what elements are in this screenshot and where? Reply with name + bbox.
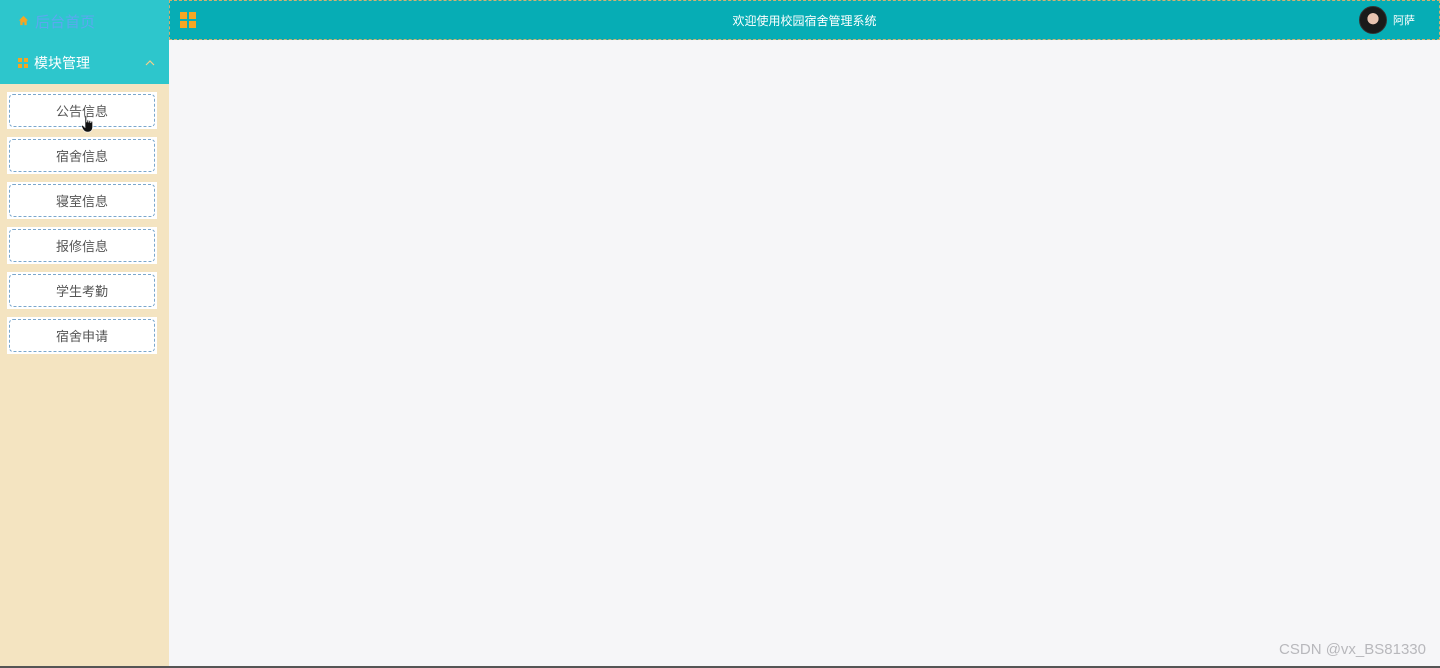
sidebar-item-dorm-application[interactable]: 宿舍申请 xyxy=(7,317,157,354)
sidebar-item-label[interactable]: 报修信息 xyxy=(9,229,155,262)
sidebar-item-dormitories[interactable]: 宿舍信息 xyxy=(7,137,157,174)
main-content: CSDN @vx_BS81330 xyxy=(169,40,1440,666)
user-name[interactable]: 阿萨 xyxy=(1393,12,1415,28)
sidebar-home-label: 后台首页 xyxy=(35,13,96,31)
sidebar-group-label: 模块管理 xyxy=(34,55,90,71)
sidebar-item-label[interactable]: 宿舍信息 xyxy=(9,139,155,172)
page-title: 欢迎使用校园宿舍管理系统 xyxy=(732,13,877,28)
sidebar-item-attendance[interactable]: 学生考勤 xyxy=(7,272,157,309)
sidebar-item-label[interactable]: 宿舍申请 xyxy=(9,319,155,352)
watermark: CSDN @vx_BS81330 xyxy=(1279,641,1426,658)
sidebar-item-rooms[interactable]: 寝室信息 xyxy=(7,182,157,219)
top-bar: 欢迎使用校园宿舍管理系统 阿萨 xyxy=(169,0,1440,40)
avatar[interactable] xyxy=(1359,6,1387,34)
sidebar-item-label[interactable]: 学生考勤 xyxy=(9,274,155,307)
grid-icon xyxy=(18,58,28,68)
sidebar: 后台首页 模块管理 公告信息 宿舍信息 寝室信息 报修信息 学生考勤 宿舍申请 xyxy=(0,0,169,668)
home-icon xyxy=(18,13,35,30)
hand-cursor-icon xyxy=(81,115,93,133)
user-menu[interactable]: 阿萨 xyxy=(1359,5,1415,35)
app-root: 后台首页 模块管理 公告信息 宿舍信息 寝室信息 报修信息 学生考勤 宿舍申请 … xyxy=(0,0,1440,668)
sidebar-item-repairs[interactable]: 报修信息 xyxy=(7,227,157,264)
sidebar-item-label[interactable]: 寝室信息 xyxy=(9,184,155,217)
chevron-up-icon[interactable] xyxy=(145,60,155,66)
sidebar-group-module-management[interactable]: 模块管理 xyxy=(0,42,169,84)
sidebar-item-home[interactable]: 后台首页 xyxy=(0,0,169,42)
